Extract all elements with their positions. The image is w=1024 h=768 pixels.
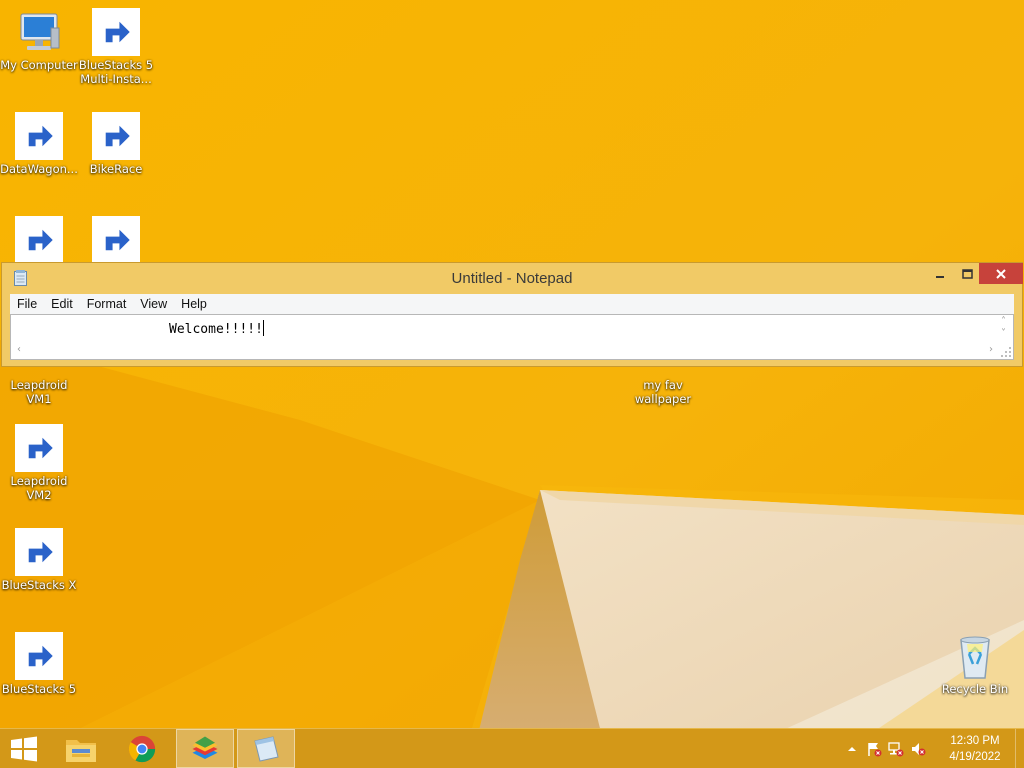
text-editor-area[interactable]: Welcome!!!!! ˄ ˅ ‹ ›: [10, 314, 1014, 360]
scroll-down-icon[interactable]: ˅: [1001, 328, 1006, 339]
desktop-icon-label: my fav wallpaper: [634, 378, 692, 406]
clock-time: 12:30 PM: [950, 734, 1000, 747]
menu-edit[interactable]: Edit: [44, 297, 80, 311]
editor-text-line[interactable]: Welcome!!!!!: [169, 320, 264, 337]
volume-muted-icon: [912, 742, 926, 755]
desktop-icon-label: Leapdroid VM2: [10, 474, 68, 502]
notepad-icon: [254, 735, 279, 762]
close-button[interactable]: [979, 263, 1023, 284]
clock-date: 4/19/2022: [949, 750, 1001, 763]
desktop-icon-label: BikeRace: [89, 162, 143, 176]
bluestacks-icon: [192, 736, 218, 759]
show-hidden-icons-icon: [848, 746, 856, 751]
taskbar-bluestacks[interactable]: [176, 729, 234, 768]
shortcut-arrow-icon: [15, 528, 63, 576]
shortcut-arrow-icon: [15, 216, 63, 264]
desktop-icon-bluestacks-multi-instance[interactable]: BlueStacks 5 Multi-Insta...: [77, 8, 155, 86]
recycle-bin-icon: [960, 636, 990, 679]
title-bar[interactable]: Untitled - Notepad: [2, 263, 1023, 293]
taskbar-chrome[interactable]: [113, 729, 171, 768]
desktop-icon-bikerace[interactable]: BikeRace: [77, 112, 155, 176]
chrome-icon: [128, 735, 156, 762]
network-icon: [888, 741, 904, 756]
action-center-flag-icon: [868, 742, 882, 756]
desktop-icon-subway-surfers[interactable]: [77, 216, 155, 266]
menu-bar: File Edit Format View Help: [10, 294, 1014, 314]
shortcut-arrow-icon: [92, 8, 140, 56]
desktop-icon-label: DataWagon...: [0, 162, 78, 176]
desktop-icon-chrome[interactable]: [0, 216, 78, 266]
taskbar-clock[interactable]: 12:30 PM 4/19/2022: [935, 733, 1015, 765]
horizontal-scrollbar[interactable]: ‹ ›: [11, 343, 997, 359]
minimize-icon: [936, 275, 944, 278]
computer-icon: [20, 13, 60, 50]
close-icon: [996, 268, 1006, 279]
scroll-right-icon[interactable]: ›: [989, 344, 993, 355]
shortcut-arrow-icon: [15, 112, 63, 160]
shortcut-arrow-icon: [15, 424, 63, 472]
desktop-icon-recycle-bin[interactable]: Recycle Bin: [936, 632, 1014, 696]
shortcut-arrow-icon: [92, 112, 140, 160]
taskbar-file-explorer[interactable]: [52, 729, 110, 768]
desktop-icon-label: BlueStacks 5 Multi-Insta...: [78, 58, 154, 86]
file-explorer-icon: [66, 739, 96, 762]
maximize-icon: [961, 268, 973, 279]
desktop-icon-leapdroid-vm2[interactable]: Leapdroid VM2: [0, 424, 78, 502]
maximize-button[interactable]: [953, 263, 981, 284]
scroll-up-icon[interactable]: ˄: [1001, 316, 1006, 327]
network-button[interactable]: [885, 729, 907, 768]
vertical-scrollbar[interactable]: ˄ ˅: [997, 315, 1013, 343]
notepad-window[interactable]: Untitled - Notepad File Edit Format View…: [1, 262, 1023, 367]
desktop-icon-my-computer[interactable]: My Computer: [0, 8, 78, 72]
desktop-icon-bluestacks-5[interactable]: BlueStacks 5: [0, 632, 78, 696]
editor-content: Welcome!!!!!: [169, 322, 263, 337]
show-hidden-icons-button[interactable]: [841, 729, 863, 768]
desktop-icon-bluestacks-x[interactable]: BlueStacks X: [0, 528, 78, 592]
volume-button[interactable]: [907, 729, 929, 768]
scroll-left-icon[interactable]: ‹: [17, 344, 21, 355]
desktop-icon-label: BlueStacks X: [1, 578, 77, 592]
shortcut-arrow-icon: [15, 632, 63, 680]
windows-start-icon: [11, 736, 37, 761]
system-tray: 12:30 PM 4/19/2022: [841, 729, 1024, 768]
shortcut-arrow-icon: [92, 216, 140, 264]
show-desktop-button[interactable]: [1015, 729, 1024, 768]
desktop-icon-datawagon[interactable]: DataWagon...: [0, 112, 78, 176]
window-title: Untitled - Notepad: [451, 270, 573, 287]
text-caret: [262, 320, 264, 336]
minimize-button[interactable]: [926, 263, 954, 284]
menu-format[interactable]: Format: [80, 297, 134, 311]
desktop-icon-label: My Computer: [0, 58, 78, 72]
resize-grip-icon[interactable]: [1000, 346, 1012, 358]
start-button[interactable]: [0, 729, 48, 768]
desktop-icon-label: Leapdroid VM1: [10, 378, 68, 406]
taskbar: 12:30 PM 4/19/2022: [0, 728, 1024, 768]
action-center-button[interactable]: [863, 729, 885, 768]
menu-help[interactable]: Help: [174, 297, 214, 311]
desktop-icon-label: Recycle Bin: [941, 682, 1009, 696]
menu-file[interactable]: File: [10, 297, 44, 311]
taskbar-notepad[interactable]: [237, 729, 295, 768]
desktop[interactable]: My Computer BlueStacks 5 Multi-Insta...: [0, 0, 1024, 768]
desktop-icon-label: BlueStacks 5: [1, 682, 77, 696]
menu-view[interactable]: View: [133, 297, 174, 311]
